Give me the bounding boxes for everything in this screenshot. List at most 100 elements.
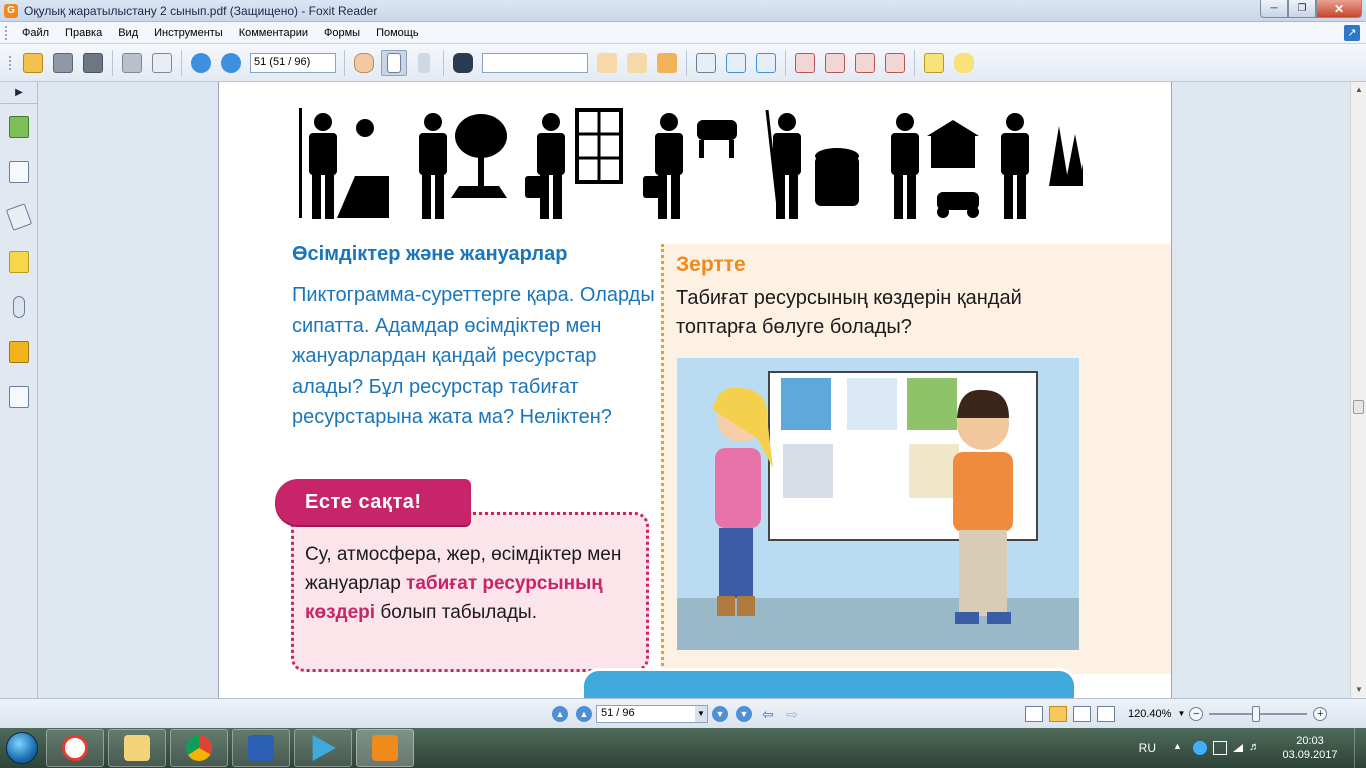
select-arrow-button[interactable] (411, 50, 437, 76)
word-icon (248, 735, 274, 761)
signal-icon[interactable] (1233, 744, 1243, 752)
email-button[interactable] (149, 50, 175, 76)
taskbar-foxit[interactable] (356, 729, 414, 767)
zoom-in-icon[interactable]: + (1313, 706, 1328, 721)
zoom-dropdown-icon[interactable]: ▼ (1177, 709, 1185, 718)
remember-tab: Есте сақта! (275, 479, 471, 525)
fit-page-icon (726, 52, 746, 73)
continuous-facing-view-icon[interactable] (1097, 705, 1115, 722)
forester-pictogram (1001, 113, 1083, 219)
menu-file[interactable]: Файл (14, 22, 57, 44)
next-result-icon (627, 52, 647, 73)
menu-comments[interactable]: Комментарии (231, 22, 316, 44)
show-hidden-icons-icon[interactable]: ▲ (1173, 741, 1187, 755)
continuous-view-icon[interactable] (1049, 705, 1067, 722)
next-result-button[interactable] (624, 50, 650, 76)
toolbar-separator (344, 49, 345, 76)
last-page-button[interactable]: ▼ (736, 705, 752, 722)
open-icon (23, 52, 43, 73)
page-up-button[interactable] (188, 50, 214, 76)
minimize-button[interactable]: ─ (1260, 0, 1288, 18)
page-number-field[interactable]: 51 (51 / 96) (250, 52, 336, 73)
note-button[interactable] (951, 50, 977, 76)
signatures-tab[interactable] (0, 374, 38, 419)
taskbar-chrome[interactable] (170, 729, 228, 767)
print-button[interactable] (119, 50, 145, 76)
single-page-view-icon[interactable] (1025, 705, 1043, 722)
security-tab[interactable] (0, 329, 38, 374)
menu-help[interactable]: Помощь (368, 22, 427, 44)
vertical-scrollbar[interactable]: ▲ ▼ (1350, 82, 1366, 698)
typewriter-button[interactable] (921, 50, 947, 76)
pdf-merge-button[interactable] (882, 50, 908, 76)
taskbar-yandex[interactable] (46, 729, 104, 767)
media-player-icon (312, 735, 336, 761)
language-indicator[interactable]: RU (1139, 741, 1156, 755)
prev-page-button[interactable]: ▲ (576, 705, 592, 722)
scroll-up-icon[interactable]: ▲ (1351, 82, 1366, 98)
menu-edit[interactable]: Правка (57, 22, 110, 44)
farmer-sun-pictogram (299, 108, 389, 219)
back-arrow-icon[interactable]: ⇦ (759, 706, 777, 722)
first-page-button[interactable]: ▲ (552, 705, 568, 722)
land-card (907, 378, 957, 430)
toolbar-separator (181, 49, 182, 76)
foxit-icon: G (4, 3, 18, 18)
show-desktop-button[interactable] (1354, 728, 1366, 768)
navigation-panel: ▶ (0, 82, 38, 698)
prev-result-button[interactable] (594, 50, 620, 76)
fit-width-icon (756, 52, 776, 73)
page-dropdown-icon[interactable]: ▼ (695, 705, 707, 722)
zoom-slider[interactable] (1209, 705, 1308, 722)
taskbar-word[interactable] (232, 729, 290, 767)
menu-forms[interactable]: Формы (316, 22, 368, 44)
expand-panel-button[interactable]: ▶ (0, 82, 38, 104)
zoom-button[interactable] (693, 50, 719, 76)
network-app-icon[interactable] (1193, 741, 1207, 755)
pdf-create-button[interactable] (792, 50, 818, 76)
taskbar-media-player[interactable] (294, 729, 352, 767)
volume-icon[interactable]: ♬ (1249, 741, 1263, 755)
close-button[interactable]: ✕ (1316, 0, 1362, 18)
attachments-tab[interactable] (0, 284, 38, 329)
maximize-button[interactable]: ❐ (1288, 0, 1316, 18)
menu-tools[interactable]: Инструменты (146, 22, 231, 44)
open-button[interactable] (20, 50, 46, 76)
save-button[interactable] (50, 50, 76, 76)
status-page-field[interactable]: 51 / 96 ▼ (596, 704, 708, 723)
pdf-export-button[interactable] (852, 50, 878, 76)
clock[interactable]: 20:03 03.09.2017 (1266, 734, 1354, 762)
page-down-button[interactable] (218, 50, 244, 76)
next-page-button[interactable]: ▼ (712, 705, 728, 722)
start-button[interactable] (0, 728, 44, 768)
select-text-button[interactable] (381, 49, 407, 76)
save-all-button[interactable] (80, 50, 106, 76)
zoom-slider-thumb[interactable] (1252, 705, 1261, 722)
battery-icon[interactable] (1213, 741, 1227, 755)
scroll-down-icon[interactable]: ▼ (1351, 682, 1366, 698)
search-input[interactable] (482, 52, 588, 73)
toolbar-separator (686, 49, 687, 76)
document-viewport[interactable]: Өсімдіктер және жануарлар Пиктограмма-су… (38, 82, 1350, 698)
scroll-thumb[interactable] (1353, 400, 1364, 414)
highlight-button[interactable] (654, 50, 680, 76)
window-title: Оқулық жаратылыстану 2 сынып.pdf (Защище… (24, 3, 378, 18)
forward-arrow-icon[interactable]: ⇨ (783, 706, 801, 722)
hand-tool-button[interactable] (351, 50, 377, 76)
find-button[interactable] (450, 50, 476, 76)
comments-tab[interactable] (0, 239, 38, 284)
fit-page-button[interactable] (723, 50, 749, 76)
layers-tab[interactable] (0, 194, 38, 239)
taskbar-explorer[interactable] (108, 729, 166, 767)
menu-view[interactable]: Вид (110, 22, 146, 44)
pdf-convert-button[interactable] (822, 50, 848, 76)
fit-width-button[interactable] (753, 50, 779, 76)
toolbar-separator (112, 49, 113, 76)
bookmarks-tab[interactable] (0, 104, 38, 149)
zoom-out-icon[interactable]: − (1189, 706, 1204, 721)
zoom-level[interactable]: 120.40% (1128, 708, 1171, 720)
restore-window-icon[interactable]: ↗ (1344, 25, 1360, 41)
facing-view-icon[interactable] (1073, 705, 1091, 722)
section-heading: Өсімдіктер және жануарлар (292, 243, 568, 265)
pages-tab[interactable] (0, 149, 38, 194)
